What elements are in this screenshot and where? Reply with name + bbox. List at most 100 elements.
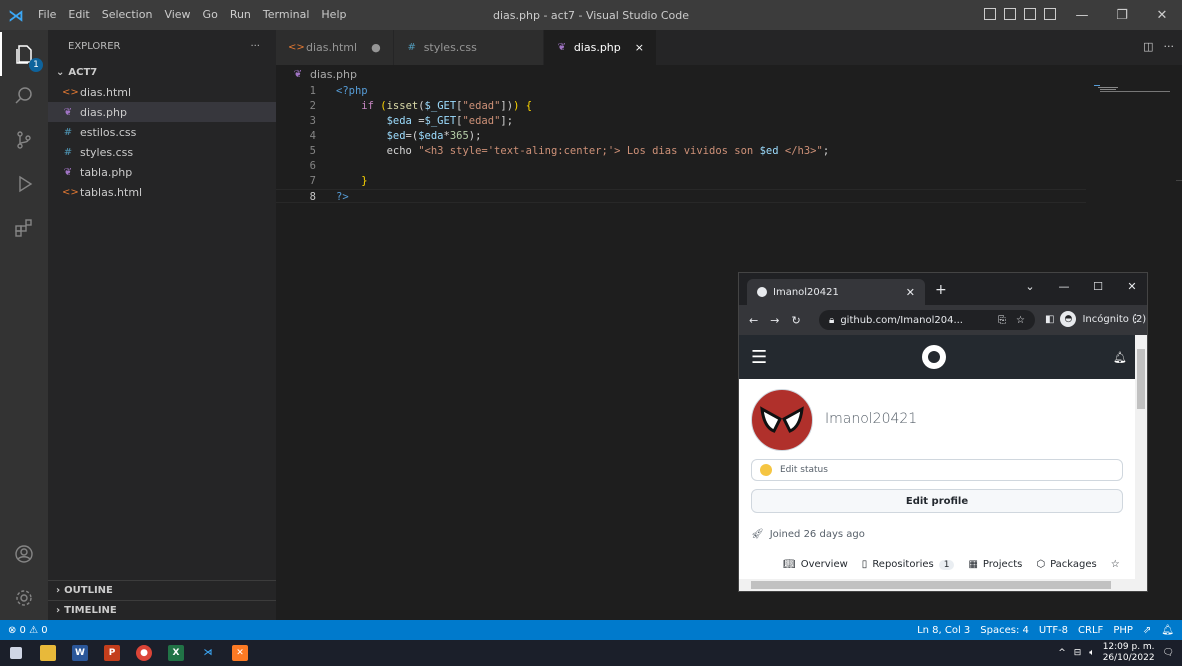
tab-dias-php[interactable]: ❦ dias.php × (543, 30, 657, 65)
clock[interactable]: 12:09 p. m. 26/10/2022 (1103, 642, 1155, 664)
browser-tab[interactable]: Imanol20421 ✕ (747, 279, 925, 305)
scrollbar-thumb[interactable] (751, 581, 1111, 589)
timeline-section[interactable]: › TIMELINE (48, 600, 276, 620)
star-icon[interactable]: ☆ (1111, 559, 1120, 570)
chevron-up-icon[interactable]: ^ (1058, 648, 1066, 658)
php-file-icon: ❦ (293, 68, 303, 80)
xampp-icon[interactable]: ✕ (224, 640, 256, 666)
menu-help[interactable]: Help (315, 0, 352, 30)
file-item-dias-html[interactable]: <> dias.html (48, 82, 276, 102)
maximize-icon[interactable]: ☐ (1081, 273, 1115, 299)
minimap[interactable] (1094, 84, 1174, 96)
folder-act7[interactable]: ⌄ ACT7 (48, 62, 276, 82)
toggle-panel-icon[interactable] (1004, 8, 1016, 20)
language-mode[interactable]: PHP (1113, 625, 1133, 636)
excel-icon[interactable]: X (160, 640, 192, 666)
file-item-tablas-html[interactable]: <> tablas.html (48, 182, 276, 202)
problems-indicator[interactable]: ⊗ 0 ⚠ 0 (0, 625, 48, 636)
close-tab-icon[interactable]: × (635, 41, 644, 54)
close-icon[interactable]: ✕ (1142, 0, 1182, 30)
outline-section[interactable]: › OUTLINE (48, 580, 276, 600)
indentation[interactable]: Spaces: 4 (980, 625, 1029, 636)
avatar[interactable] (751, 389, 813, 451)
file-item-estilos-css[interactable]: # estilos.css (48, 122, 276, 142)
side-panel-icon[interactable]: ◧ (1045, 314, 1054, 325)
code-text: if (isset($_GET["edad"])) { (361, 100, 533, 112)
chrome-icon[interactable]: ● (128, 640, 160, 666)
menu-selection[interactable]: Selection (96, 0, 159, 30)
translate-icon[interactable]: ⎘ (998, 315, 1006, 326)
minimize-icon[interactable]: — (1062, 0, 1102, 30)
restore-icon[interactable]: ❐ (1102, 0, 1142, 30)
file-explorer-icon[interactable] (32, 640, 64, 666)
browser-tab-strip: Imanol20421 ✕ + ⌄ — ☐ ✕ (739, 273, 1147, 305)
hamburger-menu-icon[interactable]: ☰ (751, 347, 767, 368)
menu-terminal[interactable]: Terminal (257, 0, 316, 30)
network-icon[interactable]: ⊟ (1074, 648, 1082, 658)
more-actions-icon[interactable]: ··· (1164, 40, 1175, 53)
file-item-styles-css[interactable]: # styles.css (48, 142, 276, 162)
extensions-icon[interactable] (0, 206, 48, 250)
split-editor-icon[interactable]: ◫ (1143, 40, 1153, 53)
menu-run[interactable]: Run (224, 0, 257, 30)
notification-center-icon[interactable]: 🗨︎ (1163, 648, 1174, 658)
file-item-tabla-php[interactable]: ❦ tabla.php (48, 162, 276, 182)
tab-dias-html[interactable]: <> dias.html ● (276, 30, 394, 65)
minimize-icon[interactable]: — (1047, 273, 1081, 299)
back-arrow-icon[interactable]: ← (749, 314, 758, 327)
css-file-icon: # (63, 146, 73, 158)
browser-horizontal-scrollbar[interactable] (739, 579, 1137, 591)
explorer-title: EXPLORER (68, 40, 121, 52)
run-debug-icon[interactable] (0, 162, 48, 206)
browser-menu-icon[interactable]: ⋮ (1130, 312, 1141, 325)
system-tray: ^ ⊟ 🔈︎ 12:09 p. m. 26/10/2022 🗨︎ (1058, 640, 1174, 666)
notifications-bell-icon[interactable]: 🔔︎ (1161, 625, 1174, 636)
unsaved-dot-icon[interactable]: ● (371, 41, 381, 54)
scrollbar-thumb[interactable] (1137, 349, 1145, 409)
accounts-icon[interactable] (0, 532, 48, 576)
new-tab-icon[interactable]: + (935, 282, 947, 298)
menu-file[interactable]: File (32, 0, 62, 30)
browser-nav: ← → ↻ (739, 314, 801, 327)
word-icon[interactable]: W (64, 640, 96, 666)
share-icon[interactable]: ⇗ (1143, 625, 1151, 636)
code-text: } (361, 175, 368, 187)
customize-layout-icon[interactable] (1044, 8, 1056, 20)
file-item-dias-php[interactable]: ❦ dias.php (48, 102, 276, 122)
vscode-icon[interactable]: ⋊ (192, 640, 224, 666)
chevron-down-icon[interactable]: ⌄ (1013, 273, 1047, 299)
tab-repositories[interactable]: ▯ Repositories 1 (862, 559, 955, 570)
explorer-more-button[interactable]: ··· (250, 41, 260, 52)
menu-go[interactable]: Go (197, 0, 224, 30)
powerpoint-icon[interactable]: P (96, 640, 128, 666)
bookmark-star-icon[interactable]: ☆ (1016, 315, 1025, 326)
breadcrumb-file[interactable]: dias.php (310, 68, 357, 81)
edit-profile-button[interactable]: Edit profile (751, 489, 1123, 513)
github-logo-icon[interactable] (922, 345, 946, 369)
tab-styles-css[interactable]: # styles.css (393, 30, 544, 65)
forward-arrow-icon[interactable]: → (770, 314, 779, 327)
cursor-position[interactable]: Ln 8, Col 3 (917, 625, 970, 636)
toggle-secondary-sidebar-icon[interactable] (1024, 8, 1036, 20)
tab-projects[interactable]: ▦ Projects (968, 559, 1022, 570)
address-bar[interactable]: 🔒︎ github.com/Imanol204... ⎘ ☆ (819, 310, 1035, 330)
explorer-icon[interactable]: 1 (0, 32, 48, 76)
close-icon[interactable]: ✕ (906, 286, 915, 299)
tab-packages[interactable]: ⬡ Packages (1036, 559, 1096, 570)
menu-view[interactable]: View (158, 0, 196, 30)
edit-status-button[interactable]: Edit status (751, 459, 1123, 481)
bell-icon[interactable]: 🔔︎ (1113, 351, 1127, 364)
line-ending[interactable]: CRLF (1078, 625, 1103, 636)
close-icon[interactable]: ✕ (1115, 273, 1147, 299)
menu-edit[interactable]: Edit (62, 0, 95, 30)
encoding[interactable]: UTF-8 (1039, 625, 1068, 636)
tab-overview[interactable]: 📖︎ Overview (783, 559, 848, 570)
browser-vertical-scrollbar[interactable] (1135, 335, 1147, 591)
source-control-icon[interactable] (0, 118, 48, 162)
toggle-sidebar-icon[interactable] (984, 8, 996, 20)
search-icon[interactable] (0, 74, 48, 118)
settings-gear-icon[interactable] (0, 576, 48, 620)
reload-icon[interactable]: ↻ (791, 314, 800, 327)
volume-icon[interactable]: 🔈︎ (1089, 648, 1094, 658)
start-windows-icon[interactable] (0, 640, 32, 666)
